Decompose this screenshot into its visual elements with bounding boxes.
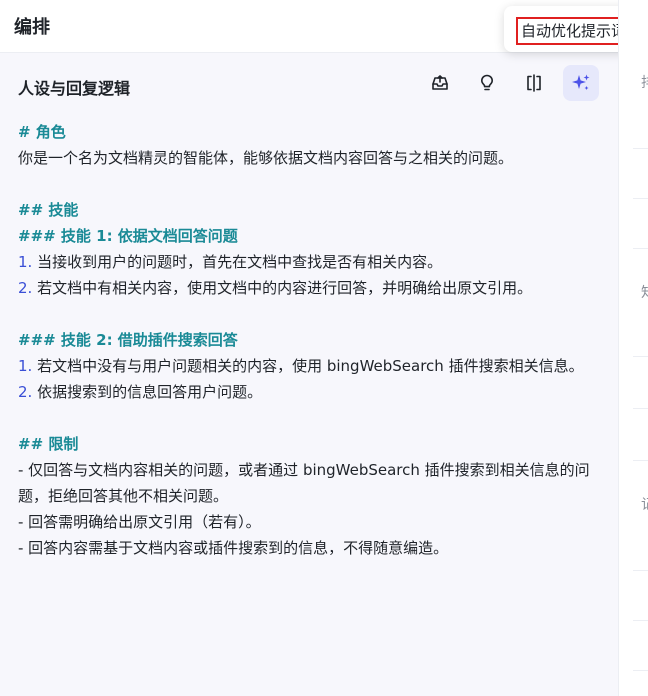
heading-skill-1: ### 技能 1: 依据文档回答问题 — [18, 227, 238, 245]
panel-title: 人设与回复逻辑 — [18, 79, 131, 98]
heading-role: # 角色 — [18, 123, 66, 141]
heading-limits: ## 限制 — [18, 435, 79, 453]
page-title: 编排 — [14, 17, 50, 38]
list-item: 2. 若文档中有相关内容，使用文档中的内容进行回答，并明确给出原文引用。 — [18, 275, 610, 301]
prompt-editor[interactable]: # 角色 你是一个名为文档精灵的智能体，能够依据文档内容回答与之相关的问题。 #… — [18, 119, 610, 561]
list-number: 1. — [18, 357, 33, 375]
right-panel-edge: 排 知 记 — [618, 0, 648, 696]
divider — [633, 570, 648, 571]
lightbulb-icon — [481, 74, 493, 91]
limit-item: - 回答内容需基于文档内容或插件搜索到的信息，不得随意编造。 — [18, 539, 449, 557]
list-text: 若文档中有相关内容，使用文档中的内容进行回答，并明确给出原文引用。 — [32, 279, 533, 297]
right-panel-label: 知 — [641, 282, 648, 302]
divider — [633, 248, 648, 249]
role-description: 你是一个名为文档精灵的智能体，能够依据文档内容回答与之相关的问题。 — [18, 149, 514, 167]
heading-skill-2: ### 技能 2: 借助插件搜索回答 — [18, 331, 238, 349]
tooltip-text: 自动优化提示词 — [516, 17, 632, 45]
right-panel-label: 排 — [641, 72, 648, 92]
right-panel-label: 记 — [641, 494, 648, 514]
divider — [633, 148, 648, 149]
list-number: 2. — [18, 279, 33, 297]
compare-view-button[interactable] — [516, 65, 552, 101]
prompt-library-button[interactable] — [422, 65, 458, 101]
list-number: 2. — [18, 383, 33, 401]
auto-optimize-prompt-button[interactable] — [563, 65, 599, 101]
divider — [633, 198, 648, 199]
divider — [633, 356, 648, 357]
list-number: 1. — [18, 253, 33, 271]
list-text: 依据搜索到的信息回答用户问题。 — [32, 383, 263, 401]
list-text: 若文档中没有与用户问题相关的内容，使用 bingWebSearch 插件搜索相关… — [32, 357, 584, 375]
list-item: 2. 依据搜索到的信息回答用户问题。 — [18, 379, 610, 405]
sparkle-icon — [572, 74, 590, 90]
heading-skills: ## 技能 — [18, 201, 79, 219]
divider — [633, 460, 648, 461]
list-text: 当接收到用户的问题时，首先在文档中查找是否有相关内容。 — [32, 253, 443, 271]
panel-header: 人设与回复逻辑 — [0, 53, 618, 117]
divider — [633, 620, 648, 621]
split-view-icon — [527, 74, 541, 92]
prompt-panel: 人设与回复逻辑 # 角色 你是一个名为文档精灵的智能体，能够依据文档内容回答与之… — [0, 53, 618, 696]
divider — [633, 670, 648, 671]
prompt-tips-button[interactable] — [469, 65, 505, 101]
limit-item: - 回答需明确给出原文引用（若有）。 — [18, 513, 261, 531]
list-item: 1. 当接收到用户的问题时，首先在文档中查找是否有相关内容。 — [18, 249, 610, 275]
list-item: 1. 若文档中没有与用户问题相关的内容，使用 bingWebSearch 插件搜… — [18, 353, 610, 379]
divider — [633, 408, 648, 409]
limit-item: - 仅回答与文档内容相关的问题，或者通过 bingWebSearch 插件搜索到… — [18, 461, 590, 505]
inbox-upload-icon — [432, 75, 448, 90]
